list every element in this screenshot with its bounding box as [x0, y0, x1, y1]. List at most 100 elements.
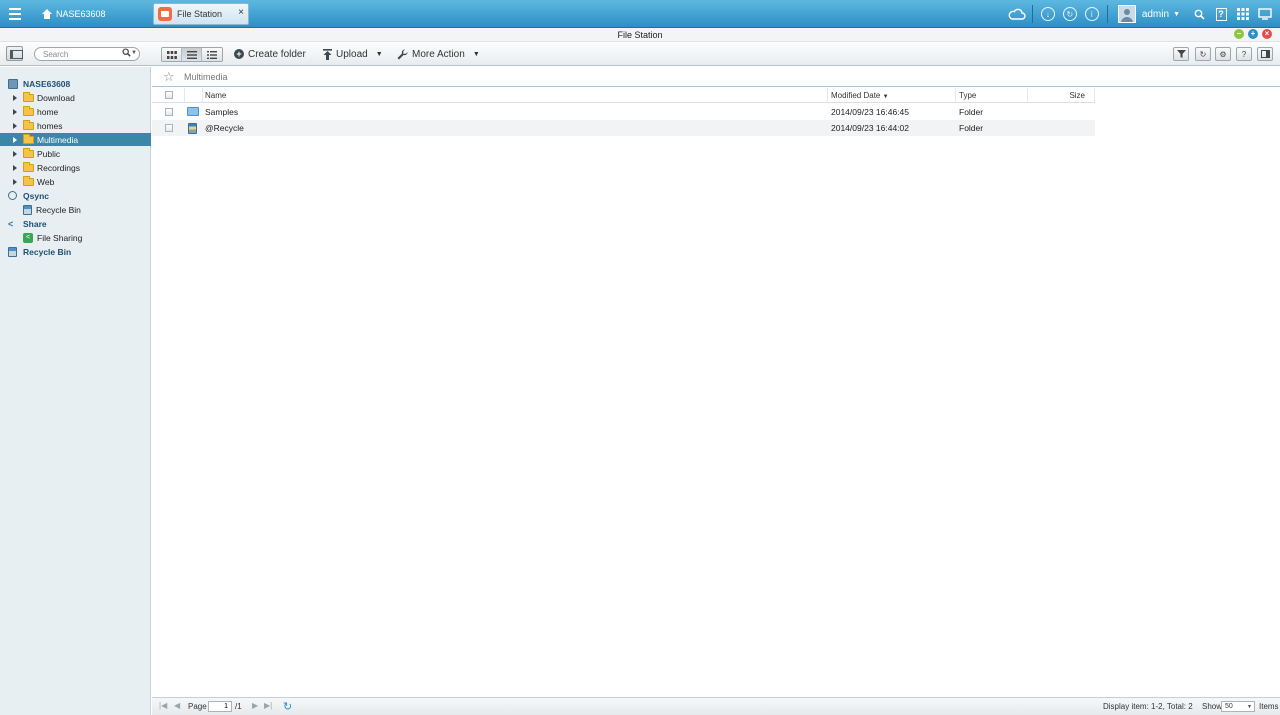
column-header-type[interactable]: Type: [956, 88, 1028, 103]
menu-icon: [9, 8, 21, 10]
next-page-icon[interactable]: ▶: [252, 701, 258, 710]
thumbnail-icon: [166, 50, 177, 59]
expand-arrow-icon[interactable]: [13, 122, 17, 129]
expand-arrow-icon[interactable]: [13, 164, 17, 171]
more-action-button[interactable]: More Action ▼: [397, 46, 480, 62]
help-toolbar-button[interactable]: ?: [1236, 47, 1252, 61]
detail-list-icon: [207, 50, 217, 59]
file-name[interactable]: @Recycle: [205, 123, 244, 133]
refresh-icon: ↻: [1062, 7, 1077, 21]
folder-icon: [23, 119, 34, 130]
main-menu-button[interactable]: [0, 0, 29, 28]
table-row[interactable]: @Recycle 2014/09/23 16:44:02 Folder: [152, 120, 1095, 136]
sidebar-item-label: Public: [37, 148, 61, 159]
sidebar-item-qsync-recycle-bin[interactable]: Recycle Bin: [0, 203, 151, 216]
close-tab-icon[interactable]: ×: [238, 7, 244, 18]
sidebar-item-multimedia[interactable]: Multimedia: [0, 133, 151, 146]
share-icon: <: [8, 218, 14, 229]
folder-icon: [23, 147, 34, 158]
create-folder-button[interactable]: + Create folder: [234, 46, 306, 62]
select-all-column: [152, 88, 185, 103]
file-name[interactable]: Samples: [205, 107, 238, 117]
sidebar-item-download[interactable]: Download: [0, 91, 151, 104]
expand-arrow-icon[interactable]: [13, 108, 17, 115]
list-icon: [186, 50, 197, 59]
search-icon[interactable]: [122, 48, 131, 59]
sidebar-item-web[interactable]: Web: [0, 175, 151, 188]
more-action-label: More Action: [412, 48, 465, 60]
upload-button[interactable]: Upload ▼: [323, 46, 383, 62]
toggle-sidebar-button[interactable]: [6, 46, 23, 61]
maximize-icon[interactable]: +: [1248, 29, 1258, 39]
minimize-icon[interactable]: –: [1234, 29, 1244, 39]
sidebar-item-nas-root[interactable]: NASE63608: [0, 77, 151, 90]
sidebar-item-homes[interactable]: homes: [0, 119, 151, 132]
folder-icon: [23, 161, 34, 172]
select-all-checkbox[interactable]: [165, 91, 173, 99]
sidebar-item-public[interactable]: Public: [0, 147, 151, 160]
panel-toggle-button[interactable]: [1257, 47, 1273, 61]
sync-button[interactable]: ↻: [1059, 0, 1081, 28]
search-input[interactable]: [43, 49, 118, 59]
sidebar-item-recordings[interactable]: Recordings: [0, 161, 151, 174]
search-button[interactable]: [1188, 0, 1210, 28]
expand-arrow-icon[interactable]: [13, 178, 17, 185]
window-titlebar: File Station – + ×: [0, 28, 1280, 42]
sidebar-item-qsync[interactable]: Qsync: [0, 189, 151, 202]
thumbnail-view-button[interactable]: [162, 48, 182, 61]
items-per-page-select[interactable]: 50: [1221, 701, 1255, 712]
cloud-icon[interactable]: [1006, 0, 1028, 28]
column-header-size[interactable]: Size: [1028, 88, 1095, 103]
file-list-header: Name Modified Date ▼ Type Size: [152, 88, 1095, 103]
window-controls: – + ×: [1234, 29, 1272, 39]
sidebar-item-home[interactable]: home: [0, 105, 151, 118]
page-number-input[interactable]: [208, 701, 232, 712]
info-button[interactable]: i: [1081, 0, 1103, 28]
user-menu-chevron-icon[interactable]: ▼: [1173, 11, 1180, 18]
monitor-icon: [1258, 8, 1272, 20]
star-icon[interactable]: ☆: [163, 69, 175, 85]
list-view-button[interactable]: [182, 48, 202, 61]
column-header-modified-date[interactable]: Modified Date ▼: [828, 88, 956, 103]
help-button[interactable]: ?: [1210, 0, 1232, 28]
close-window-icon[interactable]: ×: [1262, 29, 1272, 39]
apps-button[interactable]: [1232, 0, 1254, 28]
last-page-icon[interactable]: ▶|: [264, 701, 272, 710]
detail-view-button[interactable]: [202, 48, 222, 61]
file-type: Folder: [959, 107, 984, 117]
help-icon: ?: [1215, 7, 1227, 21]
sidebar-item-file-sharing[interactable]: < File Sharing: [0, 231, 151, 244]
prev-page-icon[interactable]: ◀: [174, 701, 180, 710]
items-label: Items: [1259, 702, 1279, 711]
user-avatar[interactable]: [1117, 5, 1136, 23]
filter-button[interactable]: [1173, 47, 1189, 61]
file-station-tab[interactable]: File Station ×: [153, 3, 249, 25]
home-tab[interactable]: NASE63608: [36, 3, 112, 24]
gear-icon: ⚙: [1219, 49, 1227, 59]
grid-icon: [1237, 8, 1249, 20]
expand-arrow-icon[interactable]: [13, 150, 17, 157]
refresh-button[interactable]: ↻: [1195, 47, 1211, 61]
table-row[interactable]: Samples 2014/09/23 16:46:45 Folder: [152, 104, 1095, 120]
sidebar-item-share[interactable]: < Share: [0, 217, 151, 230]
sidebar-item-label: home: [37, 106, 59, 117]
settings-button[interactable]: ⚙: [1215, 47, 1231, 61]
file-modified-date: 2014/09/23 16:44:02: [831, 123, 909, 133]
sidebar-item-recycle-bin[interactable]: Recycle Bin: [0, 245, 151, 258]
column-header-name[interactable]: Name: [203, 88, 828, 103]
folder-tree-sidebar: NASE63608 Download home homes Multimedia…: [0, 67, 151, 715]
user-name[interactable]: admin: [1142, 9, 1169, 20]
row-checkbox[interactable]: [165, 108, 173, 116]
search-box[interactable]: ▼: [34, 47, 140, 61]
row-checkbox[interactable]: [165, 124, 173, 132]
refresh-icon[interactable]: ↻: [283, 700, 292, 713]
search-options-chevron-icon[interactable]: ▼: [131, 50, 137, 56]
background-task-button[interactable]: ↓: [1037, 0, 1059, 28]
dashboard-button[interactable]: [1254, 0, 1276, 28]
show-label: Show: [1202, 702, 1223, 711]
window-title: File Station: [617, 30, 663, 40]
expand-arrow-icon[interactable]: [13, 136, 17, 143]
recycle-bin-icon: [23, 204, 32, 215]
expand-arrow-icon[interactable]: [13, 94, 17, 101]
first-page-icon[interactable]: |◀: [159, 701, 167, 710]
